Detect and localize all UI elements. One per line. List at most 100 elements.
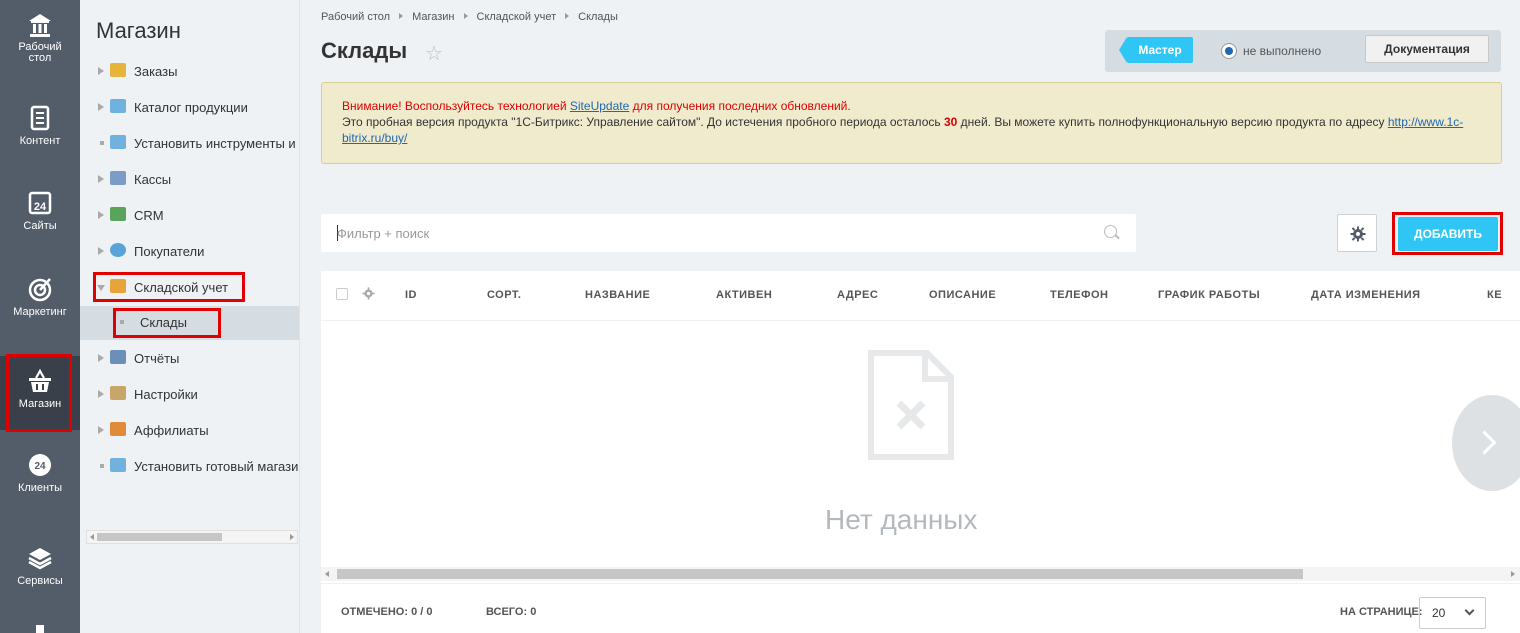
column-header-sort[interactable]: СОРТ. bbox=[487, 289, 521, 301]
master-status: не выполнено bbox=[1243, 44, 1322, 58]
menu-item-install-tools[interactable]: Установить инструменты и bbox=[80, 127, 299, 161]
menu-item-orders[interactable]: Заказы bbox=[80, 55, 299, 89]
total-count: ВСЕГО: 0 bbox=[486, 606, 536, 618]
column-header-description[interactable]: ОПИСАНИЕ bbox=[929, 289, 996, 301]
menu-label: CRM bbox=[134, 208, 164, 223]
menu-scrollbar[interactable] bbox=[86, 530, 298, 544]
buyers-icon bbox=[110, 243, 126, 257]
per-page-label: НА СТРАНИЦЕ: bbox=[1340, 606, 1423, 618]
notice-line-1: Внимание! Воспользуйтесь технологией Sit… bbox=[342, 98, 1481, 114]
expand-arrow-icon[interactable] bbox=[98, 211, 104, 219]
column-header-active[interactable]: АКТИВЕН bbox=[716, 289, 772, 301]
rail-label-sites: Сайты bbox=[23, 220, 57, 232]
menu-label: Аффилиаты bbox=[134, 423, 209, 438]
trial-notice: Внимание! Воспользуйтесь технологией Sit… bbox=[321, 82, 1502, 164]
breadcrumb-item[interactable]: Магазин bbox=[412, 11, 454, 23]
calendar-24-icon: 24 bbox=[28, 191, 52, 215]
column-header-schedule[interactable]: ГРАФИК РАБОТЫ bbox=[1158, 289, 1260, 301]
rail-item-clients[interactable]: 24 Клиенты bbox=[0, 452, 80, 494]
scroll-right-arrow-icon[interactable] bbox=[1452, 395, 1520, 491]
scroll-right-icon[interactable] bbox=[290, 534, 294, 540]
rail-more-indicator bbox=[36, 625, 44, 633]
menu-item-crm[interactable]: CRM bbox=[80, 199, 299, 233]
documentation-button[interactable]: Документация bbox=[1365, 35, 1489, 63]
column-header-address[interactable]: АДРЕС bbox=[837, 289, 878, 301]
cart-icon bbox=[110, 458, 126, 472]
no-data-icon bbox=[868, 350, 954, 460]
grid-scrollbar[interactable] bbox=[321, 567, 1520, 581]
menu-label: Покупатели bbox=[134, 244, 205, 259]
grid-header: ID СОРТ. НАЗВАНИЕ АКТИВЕН АДРЕС ОПИСАНИЕ… bbox=[321, 271, 1520, 321]
rail-item-marketing[interactable]: Маркетинг bbox=[0, 276, 80, 318]
rail-item-services[interactable]: Сервисы bbox=[0, 545, 80, 587]
menu-item-buyers[interactable]: Покупатели bbox=[80, 235, 299, 269]
radio-icon[interactable] bbox=[1221, 43, 1237, 59]
rail-item-desktop[interactable]: Рабочий стол bbox=[0, 12, 80, 64]
rail-item-content[interactable]: Контент bbox=[0, 105, 80, 147]
breadcrumb-item[interactable]: Склады bbox=[578, 11, 618, 23]
home-icon bbox=[29, 14, 51, 37]
scroll-left-icon[interactable] bbox=[325, 571, 329, 577]
column-header-phone[interactable]: ТЕЛЕФОН bbox=[1050, 289, 1109, 301]
menu-label: Заказы bbox=[134, 64, 178, 79]
favorite-star-icon[interactable]: ☆ bbox=[425, 41, 443, 66]
column-header-id[interactable]: ID bbox=[405, 289, 417, 301]
breadcrumb-item[interactable]: Рабочий стол bbox=[321, 11, 390, 23]
scroll-thumb[interactable] bbox=[97, 533, 222, 541]
checked-value: 0 / 0 bbox=[411, 606, 433, 618]
menu-item-settings[interactable]: Настройки bbox=[80, 378, 299, 412]
rail-item-sites[interactable]: 24 Сайты bbox=[0, 190, 80, 232]
menu-title: Магазин bbox=[96, 18, 181, 43]
main-area: Рабочий стол Магазин Складской учет Склады … bbox=[301, 0, 1520, 633]
highlight-box-add bbox=[1392, 212, 1503, 255]
affiliates-icon bbox=[110, 422, 126, 436]
menu-label: Кассы bbox=[134, 172, 172, 187]
siteupdate-link[interactable]: SiteUpdate bbox=[570, 99, 629, 113]
scroll-left-icon[interactable] bbox=[90, 534, 94, 540]
expand-arrow-icon[interactable] bbox=[98, 426, 104, 434]
breadcrumb-separator-icon bbox=[399, 13, 404, 19]
notice-text: Это пробная версия продукта "1С-Битрикс:… bbox=[342, 115, 941, 129]
master-bar: Мастер не выполнено Документация bbox=[1105, 30, 1501, 72]
highlight-box-warehouse bbox=[93, 272, 245, 302]
expand-arrow-icon[interactable] bbox=[98, 67, 104, 75]
expand-arrow-icon[interactable] bbox=[98, 103, 104, 111]
expand-arrow-icon[interactable] bbox=[98, 354, 104, 362]
column-header-name[interactable]: НАЗВАНИЕ bbox=[585, 289, 650, 301]
master-button[interactable]: Мастер bbox=[1119, 37, 1193, 63]
expand-arrow-icon[interactable] bbox=[98, 175, 104, 183]
expand-arrow-icon[interactable] bbox=[98, 247, 104, 255]
highlight-box-shop bbox=[6, 354, 72, 432]
filter-search-input[interactable]: Фильтр + поиск bbox=[321, 214, 1136, 252]
menu-label: Отчёты bbox=[134, 351, 180, 366]
menu-item-reports[interactable]: Отчёты bbox=[80, 342, 299, 376]
select-all-checkbox[interactable] bbox=[336, 288, 348, 300]
per-page-value: 20 bbox=[1432, 606, 1446, 620]
breadcrumb: Рабочий стол Магазин Складской учет Склады bbox=[321, 11, 618, 23]
menu-item-cash-registers[interactable]: Кассы bbox=[80, 163, 299, 197]
rail-label-content: Контент bbox=[19, 135, 61, 147]
scroll-right-icon[interactable] bbox=[1511, 571, 1515, 577]
search-icon[interactable] bbox=[1104, 225, 1117, 238]
menu-item-affiliates[interactable]: Аффилиаты bbox=[80, 414, 299, 448]
column-header-date-modified[interactable]: ДАТА ИЗМЕНЕНИЯ bbox=[1311, 289, 1421, 301]
column-settings-gear-icon[interactable] bbox=[362, 287, 375, 300]
settings-button[interactable] bbox=[1337, 214, 1377, 252]
column-header-truncated[interactable]: КЕ bbox=[1487, 289, 1502, 301]
expand-arrow-icon[interactable] bbox=[98, 390, 104, 398]
breadcrumb-item[interactable]: Складской учет bbox=[477, 11, 557, 23]
empty-state-text: Нет данных bbox=[825, 504, 978, 535]
checked-label: ОТМЕЧЕНО: bbox=[341, 606, 409, 618]
menu-label: Установить готовый магазин bbox=[134, 459, 300, 474]
per-page-select[interactable]: 20 bbox=[1419, 597, 1486, 629]
settings-icon bbox=[110, 386, 126, 400]
menu-item-catalog[interactable]: Каталог продукции bbox=[80, 91, 299, 125]
clients-24-icon: 24 bbox=[29, 454, 51, 476]
scroll-thumb[interactable] bbox=[337, 569, 1303, 579]
menu-item-install-shop[interactable]: Установить готовый магазин bbox=[80, 450, 300, 484]
reports-icon bbox=[110, 350, 126, 364]
folder-icon bbox=[110, 135, 126, 149]
notice-warning-suffix: для получения последних обновлений. bbox=[632, 99, 851, 113]
filter-placeholder: Фильтр + поиск bbox=[337, 226, 430, 241]
menu-label: Установить инструменты и bbox=[134, 136, 296, 151]
